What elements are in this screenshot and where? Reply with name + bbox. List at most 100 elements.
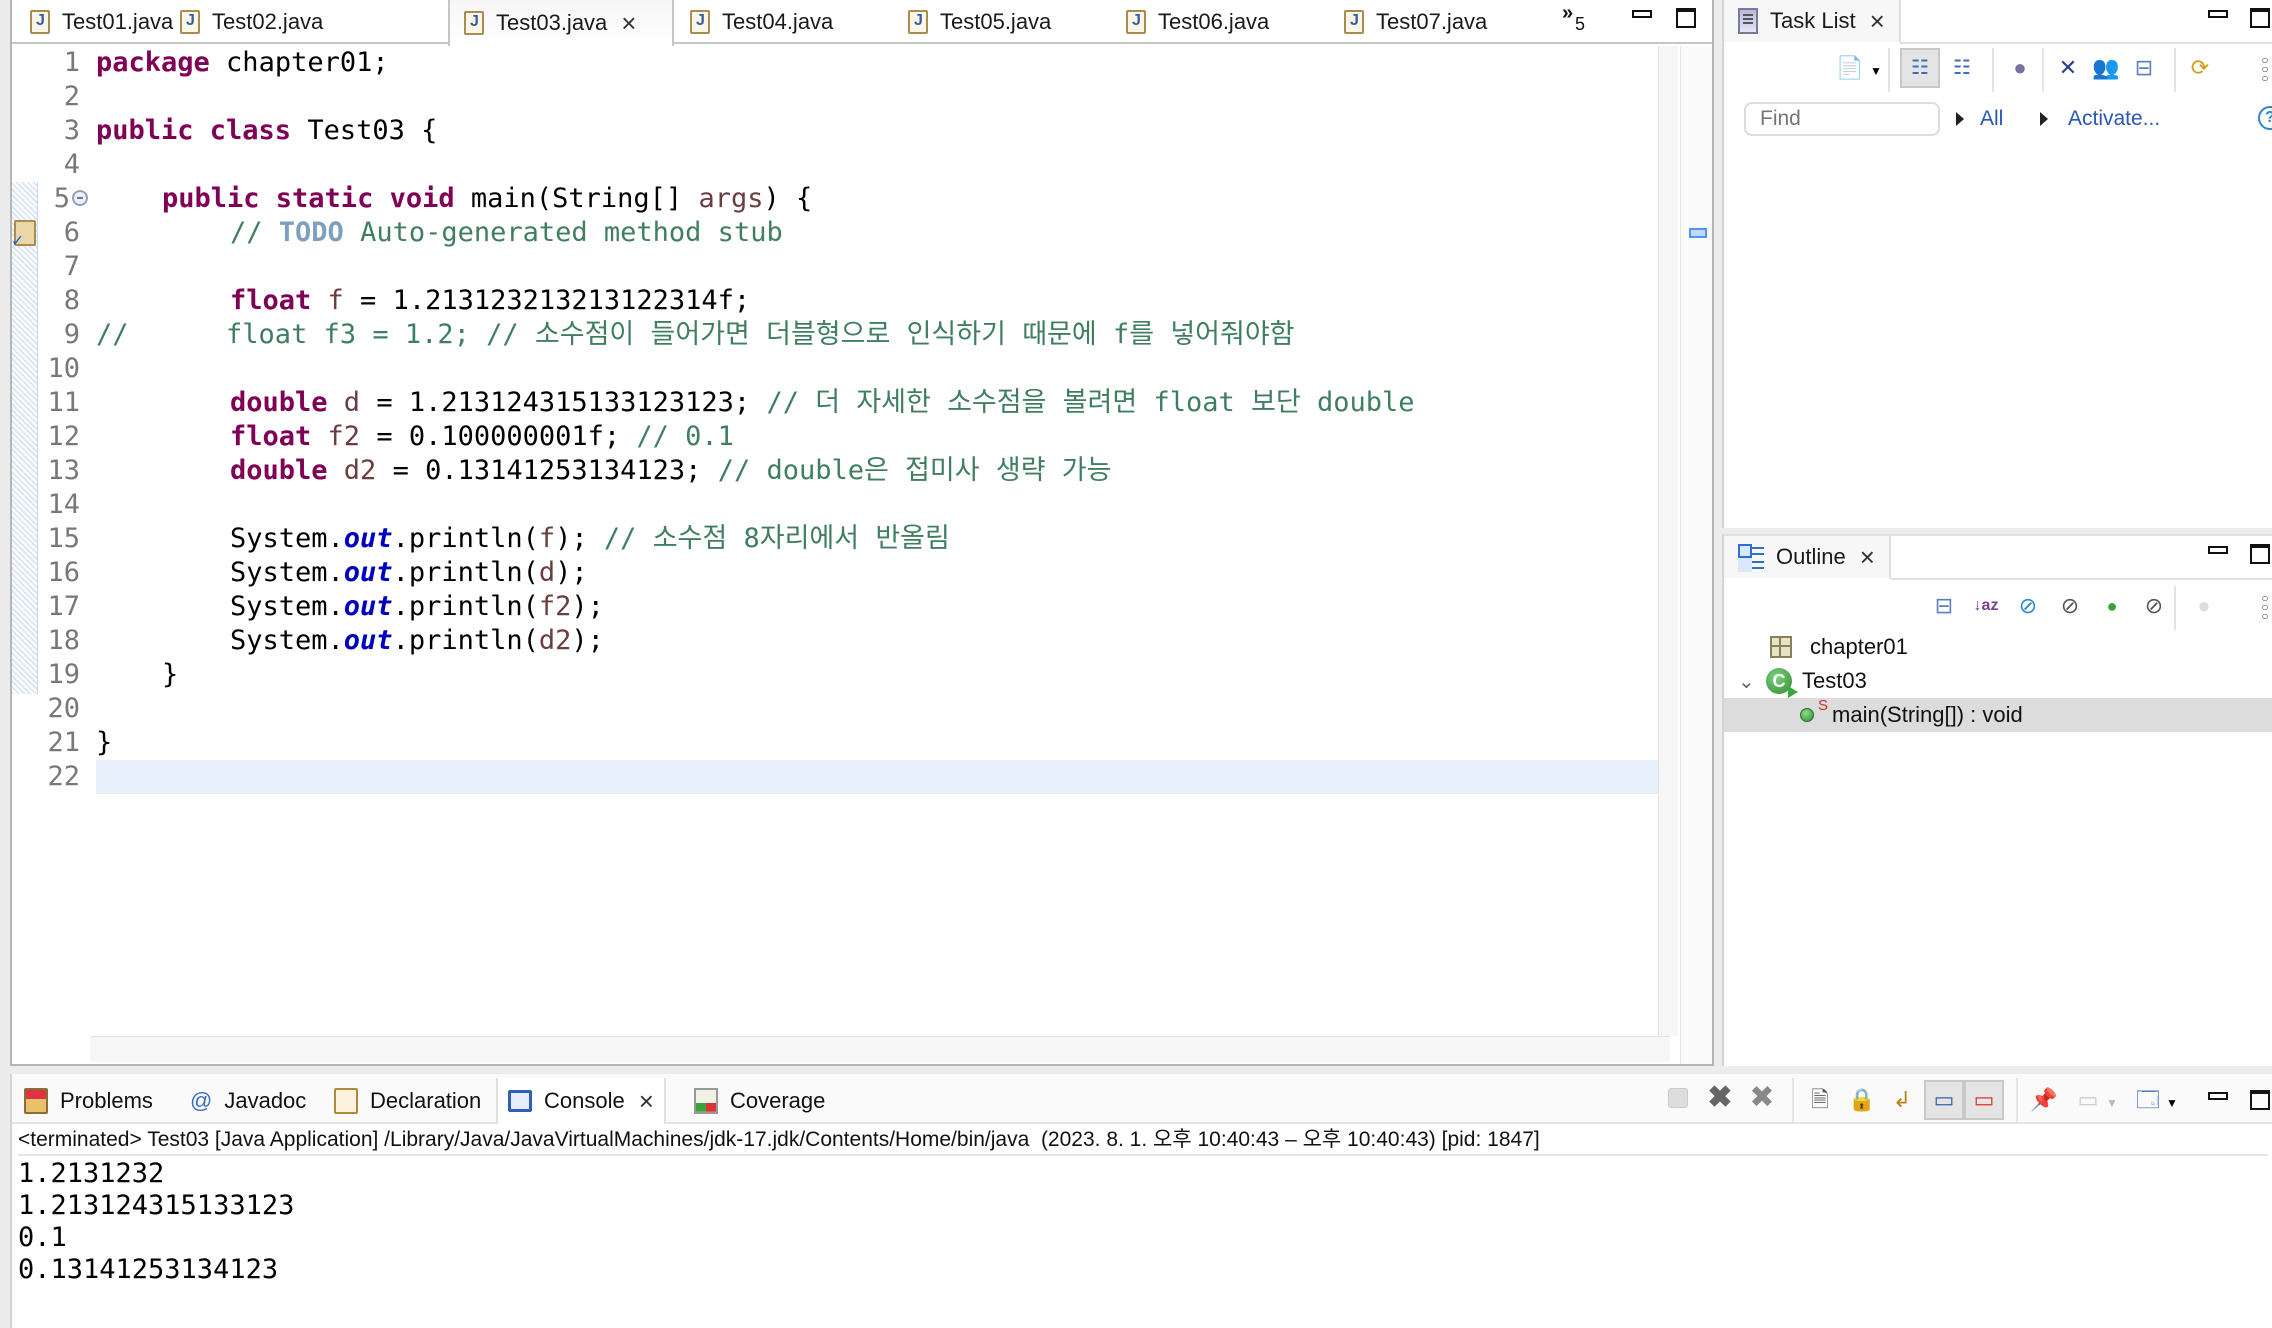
javadoc-icon: @: [190, 1088, 213, 1113]
tab-test01[interactable]: Test01.java: [16, 0, 173, 44]
code-line: 22: [12, 760, 1670, 794]
maximize-button[interactable]: [1676, 8, 1696, 28]
console-output[interactable]: 1.2131232 1.213124315133123 0.1 0.131412…: [18, 1158, 294, 1286]
view-menu-icon[interactable]: ○ ○ ○: [2260, 592, 2270, 622]
static-field: out: [343, 591, 393, 622]
tab-problems[interactable]: Problems: [14, 1078, 163, 1124]
code-text: ) {: [763, 183, 813, 214]
remove-launch-icon[interactable]: ✖: [1706, 1083, 1734, 1113]
categorized-icon[interactable]: ☷: [1900, 48, 1940, 88]
view-menu-icon[interactable]: ○ ○ ○: [2260, 54, 2270, 84]
close-icon[interactable]: ×: [1860, 544, 1875, 570]
code-editor[interactable]: 1 package chapter01; 2 3 public class Test…: [12, 46, 1670, 1036]
display-selected-console-icon: ▭: [2077, 1087, 2099, 1112]
code-line: 2: [12, 80, 1670, 114]
outline-item-package[interactable]: chapter01: [1724, 630, 2272, 664]
dropdown-arrow-icon[interactable]: ▼: [1870, 64, 1882, 78]
overview-task-marker[interactable]: [1689, 228, 1707, 238]
hide-completed-icon[interactable]: ✕: [2054, 54, 2082, 82]
maximize-button[interactable]: [2250, 544, 2270, 564]
close-icon[interactable]: ×: [639, 1088, 654, 1114]
pin-console-icon[interactable]: 📌: [2030, 1086, 2058, 1114]
tab-declaration[interactable]: Declaration: [324, 1078, 491, 1124]
show-on-stdout-icon[interactable]: ▭: [1924, 1080, 1964, 1120]
fold-collapse-icon[interactable]: [72, 190, 88, 206]
toolbar-separator: [1792, 1078, 1794, 1122]
collapse-all-icon[interactable]: ⊟: [1930, 592, 1958, 620]
scroll-lock-icon[interactable]: 🔒: [1848, 1086, 1876, 1114]
show-on-stderr-icon[interactable]: ▭: [1964, 1080, 2004, 1120]
scheduled-icon[interactable]: ☷: [1948, 54, 1976, 82]
variable: f: [538, 523, 556, 554]
line-number: 6: [63, 217, 80, 248]
toolbar-separator: [2042, 48, 2044, 92]
outline-item-method[interactable]: S main(String[]) : void: [1724, 697, 2272, 732]
hide-static-members-icon[interactable]: ⊘: [2056, 592, 2084, 620]
outline-item-class[interactable]: ⌄ C Test03: [1724, 664, 2272, 698]
tab-test02[interactable]: Test02.java: [166, 0, 323, 44]
code-text: = 0.100000001f;: [360, 421, 637, 452]
word-wrap-icon[interactable]: ↲: [1888, 1086, 1916, 1114]
hide-fields-icon[interactable]: ⊘: [2014, 592, 2042, 620]
tab-test06[interactable]: Test06.java: [1112, 0, 1269, 44]
code-line: 21}: [12, 726, 1670, 760]
tab-label: Test07.java: [1376, 9, 1488, 34]
tab-console[interactable]: Console ×: [496, 1078, 666, 1124]
synchronize-icon[interactable]: ⟳: [2186, 54, 2214, 82]
maximize-button[interactable]: [2250, 1090, 2270, 1110]
clear-console-icon[interactable]: 🗎: [1806, 1086, 1834, 1114]
filter-by-user-icon[interactable]: 👥: [2092, 54, 2120, 82]
hide-local-types-icon[interactable]: ⊘: [2140, 592, 2168, 620]
maximize-button[interactable]: [2250, 8, 2270, 28]
tab-coverage[interactable]: Coverage: [684, 1078, 835, 1124]
hide-non-public-icon[interactable]: ●: [2098, 592, 2126, 620]
close-icon[interactable]: ×: [621, 10, 636, 36]
class-glyph: C: [1772, 671, 1786, 691]
keyword: public class: [96, 115, 292, 146]
tab-label: Problems: [60, 1088, 153, 1113]
help-icon[interactable]: ?: [2258, 106, 2272, 130]
comment: // 소수점 8자리에서 반올림: [587, 523, 950, 554]
minimize-button[interactable]: [2208, 546, 2228, 554]
comment: // float f3 = 1.2; // 소수점이 들어가면 더블형으로 인식…: [96, 319, 1295, 350]
dropdown-arrow-icon[interactable]: ▼: [2166, 1096, 2178, 1110]
all-filter-link[interactable]: All: [1980, 107, 2003, 131]
line-number: 16: [47, 557, 80, 588]
tab-label: Test05.java: [940, 9, 1052, 34]
tab-test07[interactable]: Test07.java: [1330, 0, 1487, 44]
minimize-button[interactable]: [1632, 10, 1652, 18]
terminate-icon: [1668, 1088, 1688, 1108]
vertical-scrollbar[interactable]: [1658, 46, 1678, 1036]
tab-test05[interactable]: Test05.java: [894, 0, 1051, 44]
open-console-icon[interactable]: 🗔: [2134, 1086, 2162, 1114]
tab-test04[interactable]: Test04.java: [676, 0, 833, 44]
focus-workweek-icon[interactable]: ●: [2006, 54, 2034, 82]
code-text: .println(: [392, 557, 539, 588]
declaration-icon: [334, 1088, 358, 1114]
tab-task-list[interactable]: Task List ×: [1724, 0, 1901, 44]
find-input[interactable]: [1744, 102, 1940, 136]
code-line: 12 float f2 = 0.100000001f; // 0.1: [12, 420, 1670, 454]
close-icon[interactable]: ×: [1870, 8, 1885, 34]
minimize-button[interactable]: [2208, 1092, 2228, 1100]
code-line: 14: [12, 488, 1670, 522]
sort-alphabetically-icon[interactable]: ↓az: [1972, 592, 2000, 620]
minimize-button[interactable]: [2208, 10, 2228, 18]
tab-test03[interactable]: Test03.java ×: [448, 0, 674, 46]
tab-label: Javadoc: [224, 1088, 307, 1113]
new-task-icon[interactable]: 📄: [1836, 54, 1864, 82]
code-line: 5 public static void main(String[] args) …: [12, 182, 1670, 216]
overview-ruler[interactable]: [1680, 46, 1712, 1064]
activate-task-link[interactable]: Activate...: [2068, 107, 2160, 131]
code-text: chapter01;: [209, 47, 389, 78]
tab-outline[interactable]: Outline ×: [1724, 536, 1891, 580]
horizontal-scrollbar[interactable]: [90, 1036, 1670, 1062]
todo-tag: TODO: [278, 217, 344, 248]
chevron-down-icon[interactable]: ⌄: [1738, 669, 1755, 694]
remove-all-terminated-icon[interactable]: ✖: [1748, 1083, 1776, 1113]
task-list-view: Task List × 📄 ▼ ☷ ☷ ● ✕ 👥 ⊟ ⟳ ○○○ All Ac…: [1722, 0, 2272, 528]
tab-javadoc[interactable]: @ Javadoc: [180, 1078, 316, 1124]
keyword: float: [230, 421, 312, 452]
code-line: 8 float f = 1.213123213213122314f;: [12, 284, 1670, 318]
collapse-all-icon[interactable]: ⊟: [2130, 54, 2158, 82]
